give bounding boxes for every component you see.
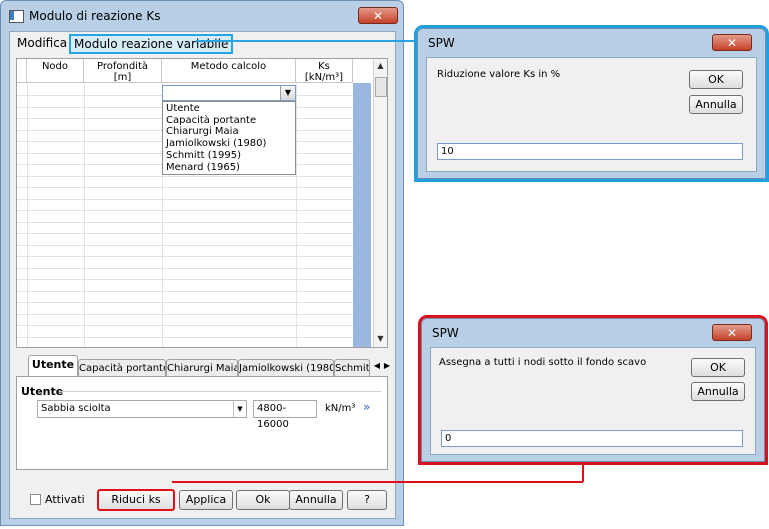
attivati-checkbox[interactable] — [30, 494, 41, 505]
help-button[interactable]: ? — [347, 490, 387, 510]
tab-jamiolkowski[interactable]: Jamiolkowski (1980) — [238, 359, 334, 377]
close-icon[interactable]: ✕ — [712, 34, 752, 51]
ok-button[interactable]: Ok — [236, 490, 290, 510]
grid-row-line — [17, 279, 353, 280]
dropdown-option[interactable]: Utente — [166, 103, 292, 115]
grid-row-line — [17, 175, 353, 177]
spw1-value-input[interactable]: 10 — [437, 143, 743, 160]
dropdown-option[interactable]: Jamiolkowski (1980) — [166, 138, 292, 150]
grid-row-line — [17, 290, 353, 292]
spw1-title: SPW — [428, 36, 455, 50]
spw2-title: SPW — [432, 326, 459, 340]
grid-column-line — [296, 83, 297, 347]
grid-row-line — [17, 313, 353, 315]
grid-row-line — [17, 267, 353, 269]
annulla-button[interactable]: Annulla — [289, 490, 343, 510]
tab-chiarurgi-maia[interactable]: Chiarurgi Maia — [166, 359, 238, 377]
dropdown-option[interactable]: Capacità portante — [166, 115, 292, 127]
spw2-client: Assegna a tutti i nodi sotto il fondo sc… — [430, 347, 756, 455]
grid-row-line — [17, 198, 353, 200]
soil-type-select[interactable]: Sabbia sciolta ▼ — [37, 400, 247, 418]
spw2-cancel-button[interactable]: Annulla — [691, 382, 745, 401]
scroll-up-icon[interactable]: ▲ — [374, 59, 387, 73]
tab-capacita-portante[interactable]: Capacità portante — [78, 359, 166, 377]
column-header-metodo-calcolo[interactable]: Metodo calcolo — [162, 59, 296, 83]
metodo-calcolo-dropdown[interactable]: Utente Capacità portante Chiarurgi Maia … — [162, 101, 296, 175]
method-tabs: Utente Capacità portante Chiarurgi Maia … — [16, 355, 394, 473]
tab-utente[interactable]: Utente — [28, 355, 78, 377]
spw2-prompt: Assegna a tutti i nodi sotto il fondo sc… — [439, 357, 647, 368]
dropdown-option[interactable]: Menard (1965) — [166, 162, 292, 174]
spw2-ok-button[interactable]: OK — [691, 358, 745, 377]
client-area: Modifica Modulo reazione variabile Nodo … — [9, 31, 396, 519]
column-header-nodo[interactable]: Nodo — [27, 59, 84, 83]
grid-row-line — [17, 210, 353, 211]
dropdown-option[interactable]: Schmitt (1995) — [166, 150, 292, 162]
grid-row-line — [17, 233, 353, 234]
soil-type-value: Sabbia sciolta — [41, 403, 111, 414]
window-title: Modulo di reazione Ks — [29, 9, 161, 23]
metodo-calcolo-combo[interactable]: ▼ — [162, 85, 296, 101]
grid-row-line — [17, 336, 353, 338]
spw-dialog-riduzione: SPW ✕ Riduzione valore Ks in % OK Annull… — [414, 25, 769, 182]
more-icon[interactable]: » — [363, 400, 370, 414]
tab-panel-utente: Utente Sabbia sciolta ▼ 4800-16000 kN/m³… — [16, 376, 388, 470]
grid-column-line — [27, 83, 28, 347]
dropdown-option[interactable]: Chiarurgi Maia — [166, 126, 292, 138]
grid-row-line — [17, 302, 353, 303]
tab-schmitt[interactable]: Schmitt — [334, 359, 370, 377]
red-connector-line-v — [582, 462, 584, 482]
spw1-client: Riduzione valore Ks in % OK Annulla 10 — [426, 57, 757, 172]
grid-row-line — [17, 325, 353, 326]
grid-row-line — [17, 244, 353, 246]
applica-button[interactable]: Applica — [179, 490, 233, 510]
menu-modulo-reazione-variabile[interactable]: Modulo reazione variabile — [69, 34, 234, 54]
tab-scroll-right-icon[interactable]: ▶ — [382, 359, 392, 373]
chevron-down-icon[interactable]: ▼ — [233, 401, 246, 417]
window-app-icon — [9, 10, 24, 23]
grid-row-line — [17, 187, 353, 188]
close-icon[interactable]: ✕ — [712, 324, 752, 341]
main-window: Modulo di reazione Ks ✕ Modifica Modulo … — [0, 0, 404, 526]
tab-scroll-left-icon[interactable]: ◀ — [372, 359, 382, 373]
row-header-corner — [17, 59, 27, 83]
grid-filler-column — [353, 83, 371, 347]
group-label: Utente — [21, 385, 64, 398]
ks-range-field[interactable]: 4800-16000 — [253, 400, 317, 430]
column-header-ks[interactable]: Ks [kN/m³] — [296, 59, 353, 83]
grid-row-line — [17, 256, 353, 257]
red-connector-line-h — [172, 481, 583, 483]
riduci-ks-button[interactable]: Riduci ks — [97, 489, 175, 511]
column-header-profondita[interactable]: Profondità [m] — [84, 59, 162, 83]
scroll-thumb[interactable] — [375, 77, 387, 97]
spw1-ok-button[interactable]: OK — [689, 70, 743, 89]
ks-unit-label: kN/m³ — [325, 403, 356, 414]
spw2-value-input[interactable]: 0 — [441, 430, 743, 447]
scroll-down-icon[interactable]: ▼ — [374, 332, 387, 346]
spw-dialog-assegna: SPW ✕ Assegna a tutti i nodi sotto il fo… — [418, 315, 768, 465]
attivati-label: Attivati — [45, 493, 85, 506]
grid-row-line — [17, 221, 353, 223]
chevron-down-icon[interactable]: ▼ — [280, 86, 295, 100]
group-divider — [59, 391, 381, 392]
spw1-cancel-button[interactable]: Annulla — [689, 95, 743, 114]
close-icon[interactable]: ✕ — [358, 7, 398, 24]
grid-vertical-scrollbar[interactable]: ▲ ▼ — [373, 59, 387, 347]
menu-modifica[interactable]: Modifica — [14, 35, 70, 51]
blue-connector-line — [196, 40, 418, 42]
grid-column-line — [84, 83, 85, 347]
spw1-prompt: Riduzione valore Ks in % — [437, 69, 561, 80]
